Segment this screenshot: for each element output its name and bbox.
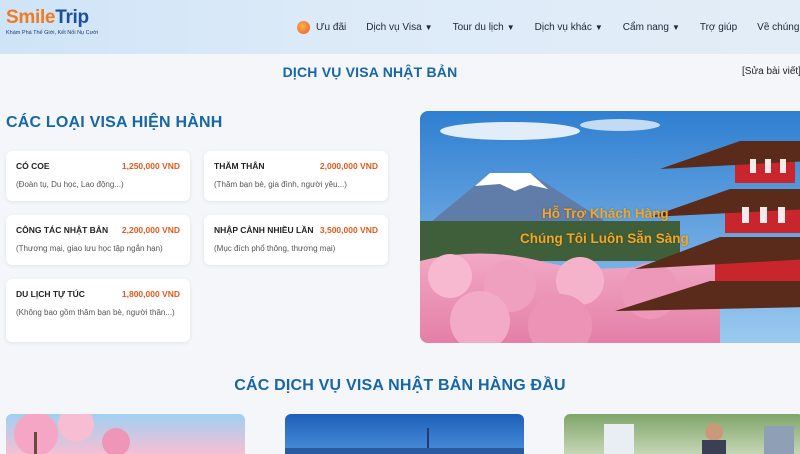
banner-subheadline: Chúng Tôi Luôn Sẵn Sàng (520, 231, 689, 246)
visa-card-price: 2,200,000 VND (121, 225, 180, 235)
visa-card-self-travel[interactable]: DU LỊCH TỰ TÚC 1,800,000 VND (Không bao … (6, 279, 190, 342)
logo-wordmark: SmileTrip (6, 7, 89, 28)
caret-down-icon: ▼ (594, 22, 603, 32)
visa-card-business[interactable]: CÔNG TÁC NHẬT BẢN 2,200,000 VND (Thương … (6, 215, 190, 265)
visa-card-description: (Đoàn tụ, Du học, Lao động...) (16, 180, 124, 189)
visa-card-price: 3,500,000 VND (319, 225, 378, 235)
visa-card-price: 1,800,000 VND (121, 289, 180, 299)
service-card-image-travelers[interactable] (564, 414, 800, 454)
service-card-image-tokyo-tower[interactable] (285, 414, 524, 454)
visa-card-description: (Không bao gồm thăm bạn bè, người thân..… (16, 308, 175, 317)
support-banner-image: Hỗ Trợ Khách Hàng Chúng Tôi Luôn Sẵn Sàn… (420, 111, 800, 343)
nav-item-tours[interactable]: Tour du lịch ▼ (453, 22, 515, 33)
smiletrip-logo[interactable]: SmileTrip Khám Phá Thế Giới, Kết Nối Nụ … (6, 8, 106, 48)
caret-down-icon: ▼ (671, 22, 680, 32)
visa-card-description: (Thăm bạn bè, gia đình, người yêu...) (214, 180, 347, 189)
promo-icon (297, 20, 310, 34)
visa-card-coe[interactable]: CÓ COE 1,250,000 VND (Đoàn tụ, Du học, L… (6, 151, 190, 201)
visa-card-name: NHẬP CẢNH NHIỀU LẦN (214, 225, 314, 235)
edit-article-link[interactable]: [Sửa bài viết] (742, 66, 800, 77)
visa-card-price: 2,000,000 VND (319, 161, 378, 171)
main-nav: Ưu đãi Dịch vụ Visa ▼ Tour du lịch ▼ Dịc… (297, 0, 800, 54)
visa-card-name: CÓ COE (16, 161, 50, 171)
travelers-thumbnail (604, 423, 794, 454)
visa-card-family-visit[interactable]: THĂM THÂN 2,000,000 VND (Thăm bạn bè, gi… (204, 151, 388, 201)
top-services-heading: CÁC DỊCH VỤ VISA NHẬT BẢN HÀNG ĐẦU (234, 377, 566, 394)
visa-card-name: DU LỊCH TỰ TÚC (16, 289, 85, 299)
visa-types-heading: CÁC LOẠI VISA HIỆN HÀNH (6, 114, 223, 131)
visa-card-description: (Thương mại, giao lưu học tập ngắn hạn) (16, 244, 163, 253)
caret-down-icon: ▼ (506, 22, 515, 32)
caret-down-icon: ▼ (424, 22, 433, 32)
page-title: DỊCH VỤ VISA NHẬT BẢN (282, 64, 458, 80)
japan-pagoda-illustration (420, 111, 800, 343)
site-header: SmileTrip Khám Phá Thế Giới, Kết Nối Nụ … (0, 0, 800, 54)
service-card-image-cherry-blossom[interactable] (6, 414, 245, 454)
nav-item-handbook[interactable]: Cẩm nang ▼ (623, 22, 680, 33)
visa-card-name: THĂM THÂN (214, 161, 265, 171)
visa-card-name: CÔNG TÁC NHẬT BẢN (16, 225, 109, 235)
nav-item-about[interactable]: Về chúng tôi (757, 22, 800, 33)
visa-card-price: 1,250,000 VND (121, 161, 180, 171)
visa-card-description: (Mục đích phổ thông, thương mại) (214, 244, 336, 253)
nav-item-visa-services[interactable]: Dịch vụ Visa ▼ (366, 22, 432, 33)
nav-item-other-services[interactable]: Dịch vụ khác ▼ (535, 22, 603, 33)
banner-headline: Hỗ Trợ Khách Hàng (542, 206, 669, 221)
visa-card-multiple-entry[interactable]: NHẬP CẢNH NHIỀU LẦN 3,500,000 VND (Mục đ… (204, 215, 388, 265)
nav-item-promotions[interactable]: Ưu đãi (297, 20, 346, 34)
logo-tagline: Khám Phá Thế Giới, Kết Nối Nụ Cười (6, 30, 99, 36)
nav-item-help[interactable]: Trợ giúp (700, 22, 737, 33)
cherry-blossom-thumbnail (14, 414, 130, 454)
tokyo-tower-thumbnail (285, 428, 524, 454)
